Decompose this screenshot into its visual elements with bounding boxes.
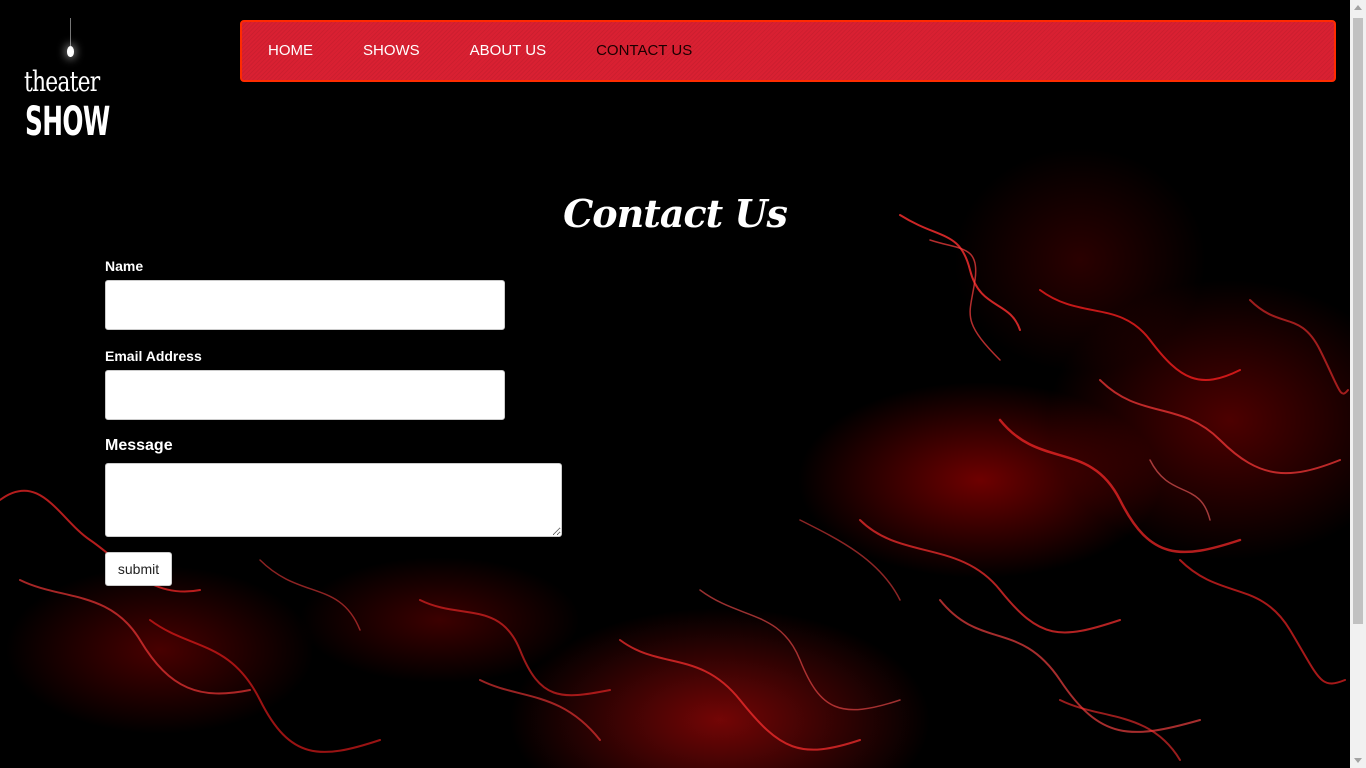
nav-menu: HOME SHOWS ABOUT US CONTACT US <box>268 42 742 60</box>
main-navigation: HOME SHOWS ABOUT US CONTACT US <box>240 20 1336 82</box>
nav-item-contact-us[interactable]: CONTACT US <box>596 42 692 60</box>
scroll-up-arrow-icon[interactable] <box>1354 5 1362 10</box>
name-input[interactable] <box>105 280 505 330</box>
nav-item-about-us[interactable]: ABOUT US <box>470 42 546 60</box>
lamp-wire <box>70 18 71 46</box>
email-input[interactable] <box>105 370 505 420</box>
vertical-scrollbar[interactable] <box>1350 0 1366 768</box>
email-label: Email Address <box>105 348 202 364</box>
message-textarea[interactable] <box>105 463 562 537</box>
message-label: Message <box>105 437 173 454</box>
scroll-down-arrow-icon[interactable] <box>1354 758 1362 763</box>
theater-show-logo[interactable]: theater SHOW <box>22 18 110 148</box>
light-bulb-icon <box>67 46 74 57</box>
logo-text-theater: theater <box>24 65 100 98</box>
nav-item-home[interactable]: HOME <box>268 42 313 60</box>
submit-button[interactable]: submit <box>105 552 172 586</box>
page-title: Contact Us <box>563 191 788 236</box>
logo-text-show: SHOW <box>25 99 110 145</box>
nav-item-shows[interactable]: SHOWS <box>363 42 420 60</box>
page: theater SHOW HOME SHOWS ABOUT US CONTACT… <box>0 0 1366 768</box>
name-label: Name <box>105 258 144 274</box>
scrollbar-thumb[interactable] <box>1353 18 1363 624</box>
